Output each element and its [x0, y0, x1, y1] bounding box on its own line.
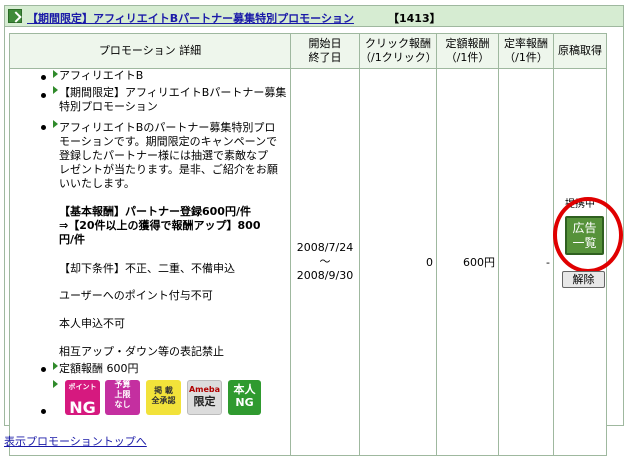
col-manuscript: 原稿取得	[553, 33, 607, 69]
promotion-title-bar: 【期間限定】アフィリエイトBパートナー募集特別プロモーション 【1413】	[5, 6, 623, 27]
rate-reward-cell: -	[498, 68, 554, 456]
table-header-row: プロモーション 詳細 開始日 終了日 クリック報酬 （/1クリック） 定額報酬 …	[9, 33, 607, 69]
col-click-unit: （/1クリック）	[360, 51, 437, 64]
col-rate-label: 定率報酬	[504, 37, 548, 50]
table-row: 2008/7/24 ～ 2008/9/30 0 600円 -	[9, 68, 607, 456]
col-fixed-label: 定額報酬	[445, 37, 490, 50]
col-detail: プロモーション 詳細	[9, 33, 291, 69]
detail-content	[10, 70, 290, 455]
col-period-end: 終了日	[308, 51, 342, 64]
col-period-start: 開始日	[308, 37, 342, 50]
period-cell: 2008/7/24 ～ 2008/9/30	[290, 68, 360, 456]
end-date: 2008/9/30	[296, 269, 354, 282]
back-to-promotion-top-link[interactable]: 表示プロモーショントップへ	[4, 433, 147, 449]
col-click-label: クリック報酬	[365, 37, 431, 50]
cancel-partnership-button[interactable]: 解除	[562, 271, 605, 288]
col-fixed-reward: 定額報酬 （/1件）	[436, 33, 499, 69]
col-fixed-unit: （/1件）	[445, 51, 490, 64]
fixed-reward-cell: 600円	[436, 68, 499, 456]
highlight-circle	[553, 197, 623, 273]
promotion-id: 【1413】	[388, 12, 441, 25]
start-date: 2008/7/24	[296, 241, 354, 254]
col-rate-unit: （/1件）	[504, 51, 548, 64]
detail-cell	[9, 68, 291, 456]
promotion-panel: 【期間限定】アフィリエイトBパートナー募集特別プロモーション 【1413】 プロ…	[4, 5, 624, 456]
col-click-reward: クリック報酬 （/1クリック）	[359, 33, 437, 69]
period-tilde: ～	[319, 255, 331, 268]
col-period: 開始日 終了日	[290, 33, 360, 69]
col-rate-reward: 定率報酬 （/1件）	[498, 33, 554, 69]
promotion-title-link[interactable]: 【期間限定】アフィリエイトBパートナー募集特別プロモーション	[27, 10, 354, 26]
checkbox-icon	[8, 9, 22, 23]
click-reward-cell: 0	[359, 68, 437, 456]
promotion-table: プロモーション 詳細 開始日 終了日 クリック報酬 （/1クリック） 定額報酬 …	[9, 33, 607, 456]
